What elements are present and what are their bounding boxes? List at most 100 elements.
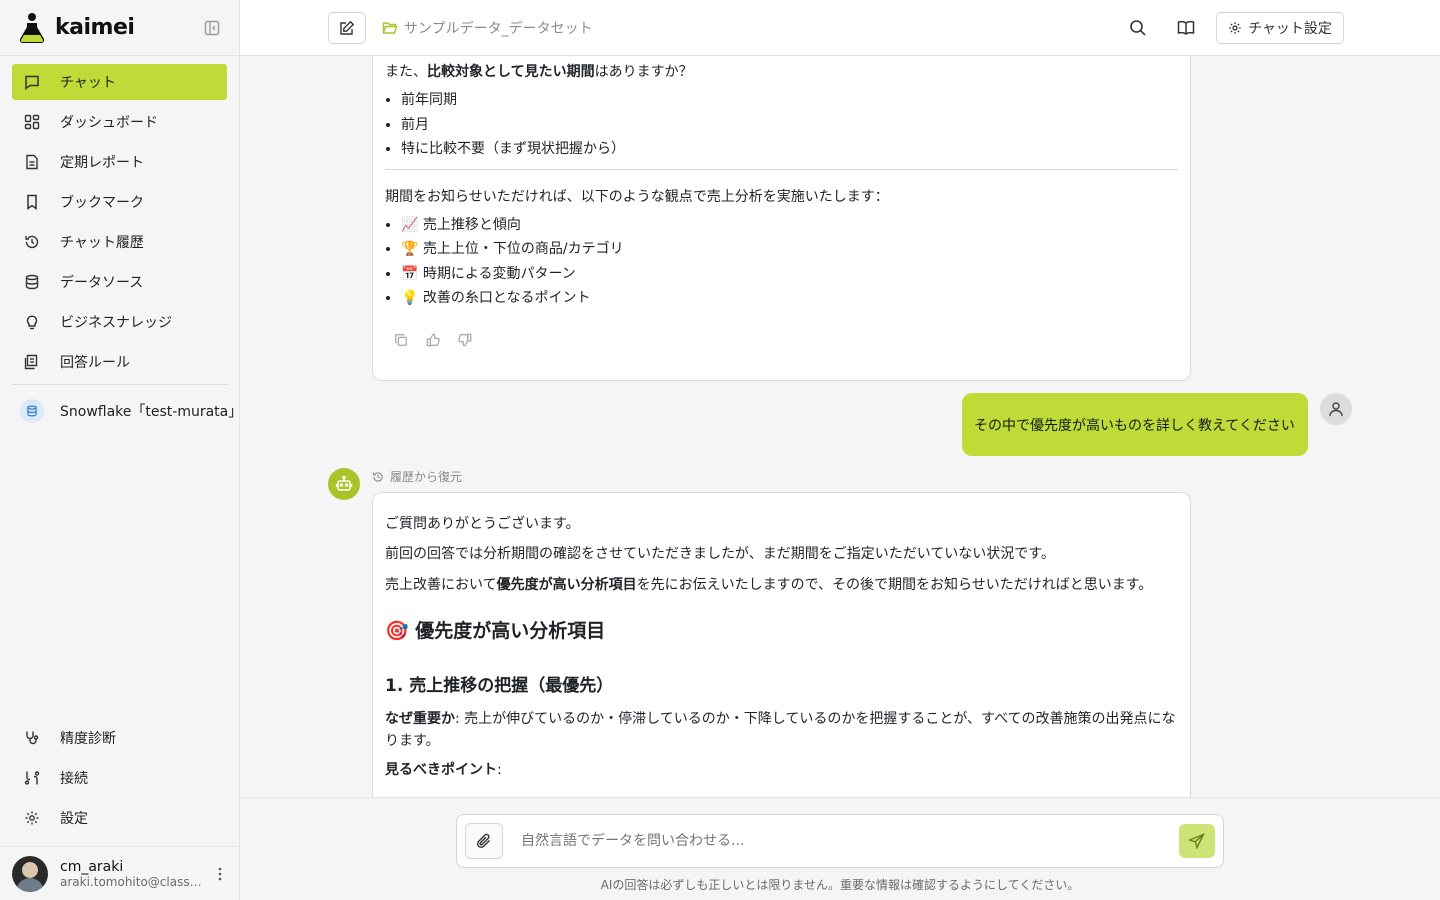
- list-item: 前年同期: [401, 89, 1178, 111]
- text: : 売上が伸びているのか・停滞しているのか・下降しているのかを把握することが、す…: [385, 710, 1176, 750]
- list-item: 💡 改善の糸口となるポイント: [401, 287, 1178, 309]
- sidebar-item-knowledge[interactable]: ビジネスナレッジ: [12, 304, 227, 340]
- assistant-message: また、比較対象として見たい期間はありますか？ 前年同期 前月 特に比較不要（まず…: [372, 56, 1191, 381]
- assistant-message: ご質問ありがとうございます。 前回の回答では分析期間の確認をさせていただきました…: [372, 492, 1191, 797]
- sidebar-item-dashboard[interactable]: ダッシュボード: [12, 104, 227, 140]
- sidebar-item-bookmarks[interactable]: ブックマーク: [12, 184, 227, 220]
- message-paragraph: なぜ重要か: 売上が伸びているのか・停滞しているのか・下降しているのかを把握する…: [385, 708, 1178, 753]
- sidebar-item-accuracy[interactable]: 精度診断: [12, 720, 228, 756]
- message-actions: [385, 332, 1178, 348]
- database-icon: [20, 399, 44, 423]
- message-paragraph: 前回の回答では分析期間の確認をさせていただきましたが、まだ期間をご指定いただいて…: [385, 546, 1055, 563]
- subsection-heading: 1. 売上推移の把握（最優先）: [385, 675, 614, 696]
- bold-text: 見るべきポイント: [385, 761, 497, 778]
- sidebar-item-label: ダッシュボード: [60, 115, 158, 131]
- dashboard-icon: [24, 114, 40, 130]
- sidebar-item-rules[interactable]: 回答ルール: [12, 344, 227, 380]
- send-icon: [1189, 833, 1205, 849]
- message-paragraph: また、比較対象として見たい期間はありますか？: [385, 61, 1178, 83]
- bold-text: 比較対象として見たい期間: [427, 64, 595, 80]
- message-paragraph: 売上改善において優先度が高い分析項目を先にお伝えいたしますので、その後で期間をお…: [385, 574, 1178, 596]
- chat-icon: [24, 74, 40, 90]
- lightbulb-icon: [24, 314, 40, 330]
- section-heading: 🎯 優先度が高い分析項目: [385, 620, 606, 643]
- sidebar-collapse-icon[interactable]: [203, 19, 221, 37]
- sidebar-item-settings[interactable]: 設定: [12, 800, 228, 836]
- bold-text: 優先度が高い分析項目: [496, 576, 637, 593]
- sidebar-item-history[interactable]: チャット履歴: [12, 224, 227, 260]
- rules-icon: [24, 354, 40, 370]
- attach-button[interactable]: [465, 823, 503, 859]
- text: を先にお伝えいたしますので、その後で期間をお知らせいただければと思います。: [636, 576, 1153, 593]
- chat-settings-label: チャット設定: [1248, 21, 1332, 37]
- sidebar-bottom-nav: 精度診断 接続 設定: [0, 720, 240, 840]
- list-item: 前月: [401, 114, 1178, 136]
- kaimei-logo-icon: [18, 12, 46, 44]
- analysis-points-list: 📈 売上推移と傾向 🏆 売上上位・下位の商品/カテゴリ 📅 時期による変動パター…: [385, 214, 1178, 310]
- search-icon[interactable]: [1128, 18, 1148, 38]
- option-list: 前年同期 前月 特に比較不要（まず現状把握から）: [385, 89, 1178, 160]
- history-icon: [24, 234, 40, 250]
- message-paragraph: 期間をお知らせいただければ、以下のような観点で売上分析を実施いたします：: [385, 188, 889, 205]
- ai-disclaimer: AIの回答は必ずしも正しいとは限りません。重要な情報は確認するようにしてください…: [600, 878, 1080, 892]
- book-open-icon[interactable]: [1176, 18, 1196, 38]
- sidebar-item-label: ブックマーク: [60, 195, 144, 211]
- sidebar-nav: チャット ダッシュボード 定期レポート ブックマーク チャット履歴 データソース…: [0, 56, 239, 380]
- new-chat-button[interactable]: [328, 12, 366, 44]
- list-item: 📅 時期による変動パターン: [401, 263, 1178, 285]
- breadcrumb[interactable]: サンプルデータ_データセット: [382, 18, 593, 38]
- sidebar-item-label: チャット履歴: [60, 235, 144, 251]
- gear-icon: [1228, 21, 1242, 35]
- brand: kaimei: [0, 0, 239, 56]
- sidebar-item-connection[interactable]: 接続: [12, 760, 228, 796]
- edit-icon: [339, 20, 355, 36]
- restored-from-history: 履歴から復元: [372, 468, 462, 485]
- history-icon: [372, 471, 384, 483]
- divider: [385, 168, 1178, 170]
- sidebar-item-label: ビジネスナレッジ: [60, 315, 172, 331]
- sidebar-item-label: 定期レポート: [60, 155, 144, 171]
- sidebar-item-datasource[interactable]: データソース: [12, 264, 227, 300]
- message-composer: [456, 814, 1224, 868]
- brand-name: kaimei: [55, 15, 135, 40]
- more-vertical-icon[interactable]: [212, 866, 228, 882]
- sidebar-item-label: 設定: [60, 811, 88, 827]
- copy-icon[interactable]: [393, 332, 409, 348]
- text: また、: [385, 64, 427, 80]
- thumbs-up-icon[interactable]: [425, 332, 441, 348]
- sidebar-divider: [12, 384, 227, 385]
- send-button[interactable]: [1179, 824, 1215, 858]
- connection-icon: [24, 770, 40, 786]
- breadcrumb-label: サンプルデータ_データセット: [404, 21, 593, 37]
- stethoscope-icon: [24, 730, 40, 746]
- user-name: cm_araki: [60, 858, 124, 875]
- sidebar-item-label: 回答ルール: [60, 355, 130, 371]
- sidebar-item-chat[interactable]: チャット: [12, 64, 227, 100]
- chat-input[interactable]: [521, 833, 1179, 849]
- thumbs-down-icon[interactable]: [457, 332, 473, 348]
- bold-text: なぜ重要か: [385, 710, 455, 727]
- user-profile[interactable]: cm_araki araki.tomohito@classmethod.jp: [0, 846, 240, 900]
- user-message-text: その中で優先度が高いものを詳しく教えてください: [974, 417, 1295, 434]
- bookmark-icon: [24, 194, 40, 210]
- sidebar-item-label: データソース: [60, 275, 144, 291]
- sidebar-datasource-snowflake[interactable]: Snowflake「test-murata」: [0, 393, 239, 429]
- gear-icon: [24, 810, 40, 826]
- chat-settings-button[interactable]: チャット設定: [1216, 12, 1344, 44]
- user-message: その中で優先度が高いものを詳しく教えてください: [962, 393, 1308, 456]
- chat-thread[interactable]: また、比較対象として見たい期間はありますか？ 前年同期 前月 特に比較不要（まず…: [240, 56, 1440, 797]
- message-paragraph: ご質問ありがとうございます。: [385, 516, 580, 532]
- text: 売上改善において: [385, 576, 497, 593]
- database-icon: [24, 274, 40, 290]
- datasource-label: Snowflake「test-murata」: [60, 404, 239, 420]
- paperclip-icon: [476, 833, 492, 849]
- message-paragraph: 見るべきポイント:: [385, 759, 1178, 781]
- user-email: araki.tomohito@classmethod.jp: [60, 874, 206, 889]
- sidebar-item-reports[interactable]: 定期レポート: [12, 144, 227, 180]
- list-item: 🏆 売上上位・下位の商品/カテゴリ: [401, 238, 1178, 260]
- list-item: 特に比較不要（まず現状把握から）: [401, 138, 1178, 160]
- sidebar-item-label: 接続: [60, 771, 88, 787]
- text: はありますか？: [594, 64, 693, 80]
- sidebar: kaimei チャット ダッシュボード 定期レポート ブックマーク チャット履歴…: [0, 0, 240, 900]
- text: :: [497, 761, 502, 778]
